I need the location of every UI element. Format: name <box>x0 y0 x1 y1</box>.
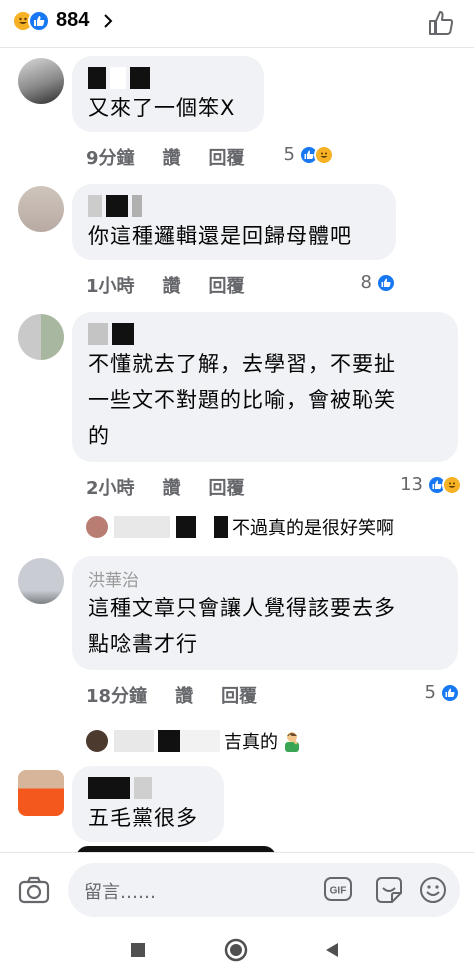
comment-actions: 9分鐘 讚 回覆 <box>86 144 273 170</box>
comment-input[interactable]: 留言…… GIF <box>68 863 460 917</box>
reaction-count: 5 <box>283 144 295 165</box>
reactions-header: 884 <box>0 0 474 48</box>
like-link[interactable]: 讚 <box>163 474 181 500</box>
like-reaction-icon <box>440 682 460 703</box>
reaction-count: 8 <box>360 272 372 293</box>
comment-time: 1小時 <box>86 276 135 297</box>
commenter-name-redacted[interactable] <box>88 194 380 218</box>
comment-time: 2小時 <box>86 478 135 499</box>
facepalm-emoji-icon <box>285 732 299 752</box>
sticker-icon[interactable] <box>374 875 404 905</box>
comment-bubble: 洪華治 這種文章只會讓人覺得該要去多 點唸書才行 <box>72 556 458 670</box>
emoji-icon[interactable] <box>418 875 448 905</box>
comment-text: 一些文不對題的比喻，會被恥笑 <box>88 388 396 412</box>
comment-text: 點唸書才行 <box>88 632 198 656</box>
comment-text: 的 <box>88 424 110 448</box>
avatar[interactable] <box>18 770 64 816</box>
reaction-count: 13 <box>400 474 423 495</box>
avatar[interactable] <box>18 314 64 360</box>
avatar <box>86 516 108 538</box>
reply-preview[interactable]: 不過真的是很好笑啊 <box>86 514 394 540</box>
chevron-right-icon <box>104 13 113 28</box>
comment-actions: 18分鐘 讚 回覆 <box>86 682 285 708</box>
reply-preview[interactable]: 吉真的 <box>86 728 302 754</box>
commenter-name[interactable]: 洪華治 <box>88 566 442 591</box>
camera-icon[interactable] <box>18 875 50 905</box>
comment-input-placeholder: 留言…… <box>84 882 156 903</box>
comment-actions: 1小時 讚 回覆 <box>86 272 273 298</box>
reply-link[interactable]: 回覆 <box>221 682 257 708</box>
reaction-count: 884 <box>56 9 90 31</box>
reply-text: 不過真的是很好笑啊 <box>232 518 394 539</box>
reactions-summary[interactable]: 884 <box>12 9 115 32</box>
like-link[interactable]: 讚 <box>175 682 193 708</box>
reply-link[interactable]: 回覆 <box>209 144 245 170</box>
system-nav-bar <box>0 926 474 977</box>
haha-reaction-icon <box>442 474 462 495</box>
comment-composer: 留言…… GIF <box>0 852 474 926</box>
comment-reactions[interactable]: 8 <box>361 272 396 293</box>
reply-text: 吉真的 <box>224 732 278 753</box>
comment-bubble: 又來了一個笨X <box>72 56 264 132</box>
gif-icon[interactable]: GIF <box>324 877 352 901</box>
recents-icon[interactable] <box>128 940 148 960</box>
comment-reactions[interactable]: 5 <box>284 144 334 165</box>
avatar[interactable] <box>18 186 64 232</box>
reply-link[interactable]: 回覆 <box>209 272 245 298</box>
comment-actions: 2小時 讚 回覆 <box>86 474 273 500</box>
reaction-count: 5 <box>424 682 436 703</box>
like-link[interactable]: 讚 <box>163 144 181 170</box>
comment-reactions[interactable]: 5 <box>425 682 460 703</box>
avatar[interactable] <box>18 58 64 104</box>
like-reaction-icon <box>28 9 50 32</box>
comment-bubble: 五毛黨很多 <box>72 766 224 842</box>
comment-reactions[interactable]: 13 <box>400 474 462 495</box>
like-reaction-icon <box>376 272 396 293</box>
commenter-name-redacted[interactable] <box>88 322 442 346</box>
haha-reaction-icon <box>314 144 334 165</box>
comment-bubble: 不懂就去了解，去學習，不要扯 一些文不對題的比喻，會被恥笑 的 <box>72 312 458 462</box>
comment-text: 不懂就去了解，去學習，不要扯 <box>88 352 396 376</box>
comment-text: 你這種邏輯還是回歸母體吧 <box>88 224 352 248</box>
commenter-name-redacted[interactable] <box>88 66 248 90</box>
back-icon[interactable] <box>322 940 342 960</box>
home-icon[interactable] <box>224 938 248 962</box>
reply-link[interactable]: 回覆 <box>209 474 245 500</box>
comment-text: 五毛黨很多 <box>88 806 198 830</box>
comment-text: 又來了一個笨X <box>88 96 236 120</box>
avatar <box>86 730 108 752</box>
comment-time: 9分鐘 <box>86 148 135 169</box>
avatar[interactable] <box>18 558 64 604</box>
like-button-icon[interactable] <box>426 8 456 38</box>
comment-bubble: 你這種邏輯還是回歸母體吧 <box>72 184 396 260</box>
comment-time: 18分鐘 <box>86 686 148 707</box>
commenter-name-redacted[interactable] <box>88 776 208 800</box>
like-link[interactable]: 讚 <box>163 272 181 298</box>
svg-text:GIF: GIF <box>330 886 347 897</box>
comment-text: 這種文章只會讓人覺得該要去多 <box>88 596 396 620</box>
